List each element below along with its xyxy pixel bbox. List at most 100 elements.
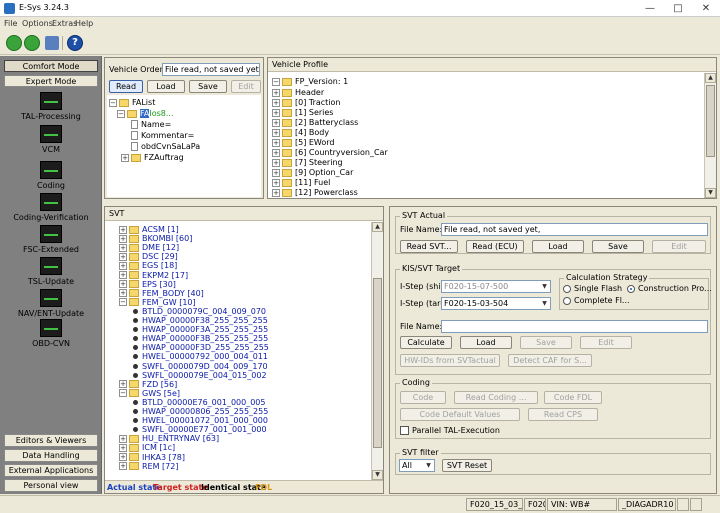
sidebar-item-tsl-update[interactable]: TSL-Update	[0, 257, 102, 286]
bullet-icon	[133, 427, 138, 433]
edit-fa-button[interactable]: Edit	[231, 80, 261, 93]
save-fa-button[interactable]: Save	[189, 80, 227, 93]
monitor-icon	[40, 319, 62, 337]
read-svt-button[interactable]: Read SVT...	[400, 240, 458, 253]
expert-mode-button[interactable]: Expert Mode	[4, 75, 98, 87]
read-ecu-button[interactable]: Read (ECU)	[466, 240, 524, 253]
svt-actual-file-field[interactable]: File read, not saved yet,	[441, 223, 708, 236]
code-default-values-button[interactable]: Code Default Values	[400, 408, 520, 421]
load-kis-button[interactable]: Load	[460, 336, 512, 349]
tree-node-label: FA	[140, 109, 150, 118]
data-handling-button[interactable]: Data Handling	[4, 449, 98, 462]
comfort-mode-button[interactable]: Comfort Mode	[4, 60, 98, 72]
load-fa-button[interactable]: Load	[147, 80, 185, 93]
sidebar-item-obd-cvn[interactable]: OBD-CVN	[0, 319, 102, 348]
external-applications-button[interactable]: External Applications	[4, 464, 98, 477]
menu-options[interactable]: Options	[22, 19, 53, 28]
tree-node-fa[interactable]: − FAIos8...	[117, 108, 173, 119]
hw-ids-button[interactable]: HW-IDs from SVTactual	[400, 354, 500, 367]
bullet-icon	[133, 327, 138, 333]
minimize-button[interactable]: —	[636, 0, 664, 17]
checkbox-icon	[400, 426, 409, 435]
sidebar-item-tal-processing[interactable]: TAL-Processing	[0, 92, 102, 121]
save-kis-button[interactable]: Save	[520, 336, 572, 349]
scroll-up-icon[interactable]: ▲	[372, 222, 383, 232]
menu-help[interactable]: Help	[75, 19, 93, 28]
read-fa-button[interactable]: Read	[109, 80, 143, 93]
scroll-up-icon[interactable]: ▲	[705, 73, 716, 83]
profile-item[interactable]: + [12] Powerclass	[272, 187, 358, 198]
sidebar-item-nav-ent-update[interactable]: NAV/ENT-Update	[0, 289, 102, 318]
calculate-button[interactable]: Calculate	[400, 336, 452, 349]
tree-node-name[interactable]: Name=	[131, 119, 171, 130]
bullet-icon	[133, 399, 138, 405]
istep-ship-select[interactable]: F020-15-07-500 ▼	[441, 280, 551, 293]
fp-version-node[interactable]: − FP_Version: 1	[272, 76, 348, 87]
detect-caf-button[interactable]: Detect CAF for S...	[508, 354, 592, 367]
radio-complete-flash[interactable]: Complete Fl...	[563, 296, 630, 305]
maximize-button[interactable]: □	[664, 0, 692, 17]
expand-toggle-icon[interactable]: −	[119, 389, 127, 398]
sidebar-item-coding-verification[interactable]: Coding-Verification	[0, 193, 102, 222]
sidebar-item-label: TAL-Processing	[21, 112, 81, 121]
code-fdl-button[interactable]: Code FDL	[544, 391, 602, 404]
istep-target-select[interactable]: F020-15-03-504 ▼	[441, 297, 551, 310]
menu-file[interactable]: File	[4, 19, 17, 28]
scroll-down-icon[interactable]: ▼	[372, 470, 383, 480]
radio-label: Complete Fl...	[574, 296, 630, 305]
read-cps-button[interactable]: Read CPS	[528, 408, 598, 421]
svt-ecu-item[interactable]: + REM [72]	[119, 461, 178, 472]
code-button[interactable]: Code	[400, 391, 446, 404]
svt-scrollbar[interactable]: ▲ ▼	[371, 222, 383, 480]
profile-scrollbar[interactable]: ▲ ▼	[704, 73, 716, 198]
load-svt-button[interactable]: Load	[532, 240, 584, 253]
expand-toggle-icon[interactable]: +	[119, 462, 127, 471]
coding-title: Coding	[400, 378, 432, 387]
radio-label: Single Flash	[574, 284, 623, 293]
status-istep: F020_15_03_504	[466, 498, 523, 511]
parallel-tal-checkbox[interactable]: Parallel TAL-Execution	[400, 426, 500, 435]
scroll-thumb[interactable]	[706, 85, 715, 157]
vehicle-profile-header: Vehicle Profile	[268, 58, 716, 72]
radio-single-flash[interactable]: Single Flash	[563, 284, 622, 293]
kis-file-label: File Name:	[400, 322, 443, 331]
tree-node-label: Kommentar=	[141, 131, 195, 140]
title-bar: E-Sys 3.24.3 — □ ✕	[0, 0, 720, 17]
expand-toggle-icon[interactable]: −	[119, 298, 127, 307]
menu-extras[interactable]: Extras	[52, 19, 77, 28]
help-icon[interactable]: ?	[67, 35, 83, 51]
tree-node-label: [7] Steering	[295, 158, 343, 167]
radio-construction-progress[interactable]: Construction Pro...	[627, 284, 712, 293]
monitor-icon	[40, 193, 62, 211]
edit-svt-button[interactable]: Edit	[652, 240, 706, 253]
read-coding-button[interactable]: Read Coding ...	[454, 391, 538, 404]
scroll-thumb[interactable]	[373, 278, 382, 448]
save-svt-button[interactable]: Save	[592, 240, 644, 253]
sidebar-item-coding[interactable]: Coding	[0, 161, 102, 190]
strategy-title: Calculation Strategy	[564, 273, 650, 282]
tree-node-kommentar[interactable]: Kommentar=	[131, 130, 194, 141]
sidebar-item-vcm[interactable]: VCM	[0, 125, 102, 154]
editors-viewers-button[interactable]: Editors & Viewers	[4, 434, 98, 447]
edit-kis-button[interactable]: Edit	[580, 336, 632, 349]
tree-node-label: [2] Batteryclass	[295, 118, 359, 127]
bullet-icon	[133, 409, 138, 414]
tree-node-label: FZAuftrag	[144, 153, 184, 162]
svt-filter-value: All	[402, 461, 412, 470]
back-icon[interactable]	[6, 35, 22, 51]
sidebar-item-fsc-extended[interactable]: FSC-Extended	[0, 225, 102, 254]
scroll-down-icon[interactable]: ▼	[705, 188, 716, 198]
tree-node-obdcvn[interactable]: obdCvnSaLaPa	[131, 141, 200, 152]
status-bar: F020_15_03_504 F020 VIN: WB# _DIAGADR10	[0, 495, 720, 513]
personal-view-button[interactable]: Personal view	[4, 479, 98, 492]
close-button[interactable]: ✕	[692, 0, 720, 17]
kis-file-field[interactable]	[441, 320, 708, 333]
svt-reset-button[interactable]: SVT Reset	[442, 459, 492, 472]
connection-icon[interactable]	[45, 36, 59, 50]
dropdown-caret-icon: ▼	[426, 462, 431, 469]
forward-icon[interactable]	[24, 35, 40, 51]
tree-node-fzauftrag[interactable]: + FZAuftrag	[121, 152, 184, 163]
svt-filter-select[interactable]: All ▼	[399, 459, 435, 472]
tree-node-falist[interactable]: − FAList	[109, 97, 155, 108]
vehicle-order-file-field[interactable]: File read, not saved yet,	[162, 63, 260, 76]
